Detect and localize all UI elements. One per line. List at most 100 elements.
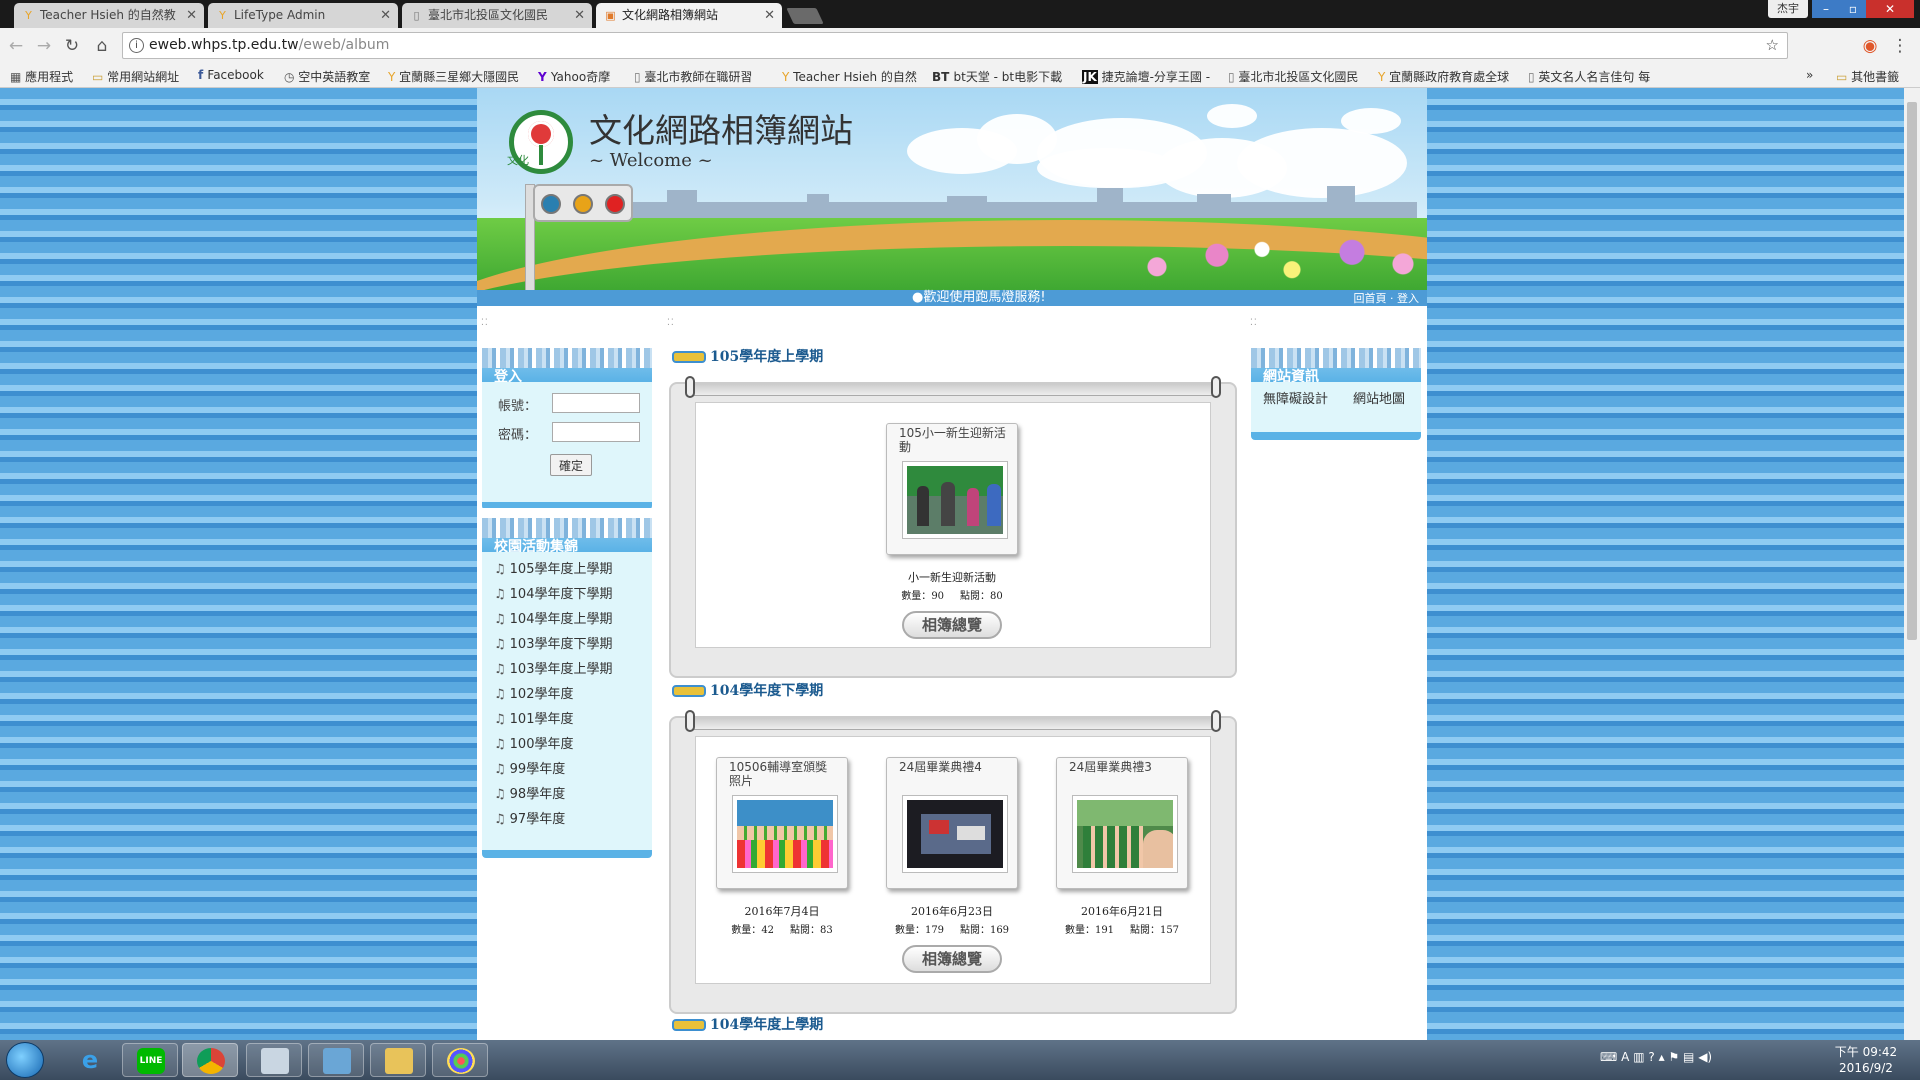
album-item[interactable]: 24屆畢業典禮3 2016年6月21日 數量：191 點閱：157 (1048, 757, 1196, 936)
category-label: 100學年度 (509, 737, 574, 752)
bookmark-item[interactable]: ▯ 英文名人名言佳句 每 (1528, 68, 1650, 85)
bookmark-item[interactable]: ▭ 常用網站網址 (92, 68, 179, 85)
album-item[interactable]: 10506輔導室頒獎照片 2016年7月4日 數量：42 點閱：83 (708, 757, 856, 936)
keyboard-icon[interactable]: ⌨ (1600, 1050, 1617, 1064)
album-overview-button[interactable]: 相簿總覽 (902, 611, 1002, 639)
home-link[interactable]: 回首頁 (1354, 292, 1387, 305)
folder-icon (385, 1048, 413, 1074)
category-item[interactable]: ♫ 102學年度 (494, 683, 573, 702)
maximize-icon[interactable]: ▫ (1840, 0, 1866, 18)
volume-icon[interactable]: ◀) (1698, 1050, 1712, 1064)
bookmark-item[interactable]: Y Yahoo奇摩 (538, 68, 610, 85)
album-card[interactable]: 105小一新生迎新活動 (886, 423, 1018, 555)
views-label: 點閱： (959, 591, 990, 602)
yellow-light-icon (573, 194, 593, 214)
url-field[interactable]: i eweb.whps.tp.edu.tw/eweb/album ☆ (122, 32, 1788, 59)
bookmark-item[interactable]: Y 宜蘭縣政府教育處全球 (1378, 68, 1509, 85)
category-item[interactable]: ♫ 98學年度 (494, 783, 565, 802)
category-item[interactable]: ♫ 104學年度下學期 (494, 583, 612, 602)
album-card[interactable]: 24屆畢業典禮3 (1056, 757, 1188, 889)
album-card[interactable]: 10506輔導室頒獎照片 (716, 757, 848, 889)
taskbar-chrome[interactable] (182, 1043, 238, 1077)
bookmark-item[interactable]: ◷ 空中英語教室 (284, 68, 370, 85)
bookmark-item[interactable]: ▯ 臺北市北投區文化國民 (1228, 68, 1358, 85)
tray-icon[interactable]: ▥ (1633, 1050, 1644, 1064)
taskbar-explorer[interactable] (370, 1043, 426, 1077)
page-scrollbar[interactable] (1904, 88, 1920, 1040)
bookmark-apps[interactable]: ▦ 應用程式 (10, 68, 73, 85)
bookmark-item[interactable]: JK 捷克論壇-分享王國 - (1082, 68, 1210, 85)
semester-title: 105學年度上學期 (710, 349, 824, 365)
minimize-icon[interactable]: – (1812, 0, 1840, 18)
network-icon[interactable]: ▤ (1683, 1050, 1694, 1064)
ime-icon[interactable]: A (1621, 1050, 1629, 1064)
browser-tab-strip: Y Teacher Hsieh 的自然教 ✕ Y LifeType Admin … (0, 0, 1920, 28)
bookmark-item[interactable]: f Facebook (198, 68, 264, 82)
tray-up-icon[interactable]: ▴ (1659, 1050, 1665, 1064)
close-tab-icon[interactable]: ✕ (186, 3, 197, 28)
login-submit-button[interactable]: 確定 (550, 454, 592, 476)
hook-icon (685, 710, 695, 732)
bookmark-item[interactable]: Y Teacher Hsieh 的自然 (782, 68, 917, 85)
password-input[interactable] (552, 422, 640, 442)
bookmark-star-icon[interactable]: ☆ (1766, 36, 1779, 54)
menu-icon[interactable]: ⋮ (1890, 36, 1910, 56)
taskbar-ie[interactable]: e (62, 1043, 118, 1077)
taskbar-app[interactable] (308, 1043, 364, 1077)
album-thumbnail[interactable] (1073, 796, 1177, 872)
reload-icon[interactable]: ↻ (62, 36, 82, 56)
info-icon[interactable]: i (129, 38, 144, 53)
login-link[interactable]: 登入 (1397, 292, 1419, 305)
album-item[interactable]: 24屆畢業典禮4 2016年6月23日 數量：179 點閱：169 (878, 757, 1026, 936)
album-thumbnail[interactable] (733, 796, 837, 872)
album-overview-button[interactable]: 相簿總覽 (902, 945, 1002, 973)
back-icon[interactable]: ← (6, 36, 26, 56)
start-button[interactable] (6, 1042, 44, 1078)
forward-icon[interactable]: → (34, 36, 54, 56)
album-thumbnail[interactable] (903, 796, 1007, 872)
accessibility-link[interactable]: 無障礙設計 (1263, 388, 1328, 407)
close-tab-icon[interactable]: ✕ (574, 3, 585, 28)
extension-icon[interactable]: ◉ (1860, 36, 1880, 56)
album-card[interactable]: 24屆畢業典禮4 (886, 757, 1018, 889)
bookmark-item[interactable]: BT bt天堂 - bt电影下載 (932, 68, 1062, 85)
taskbar-line[interactable]: LINE (122, 1043, 178, 1077)
browser-tab[interactable]: Y Teacher Hsieh 的自然教 ✕ (14, 3, 204, 28)
browser-tab[interactable]: Y LifeType Admin ✕ (208, 3, 398, 28)
category-item[interactable]: ♫ 104學年度上學期 (494, 608, 612, 627)
taskbar-paint[interactable] (432, 1043, 488, 1077)
category-item[interactable]: ♫ 101學年度 (494, 708, 573, 727)
category-item[interactable]: ♫ 103學年度下學期 (494, 633, 612, 652)
sitemap-link[interactable]: 網站地圖 (1353, 388, 1405, 407)
bookmarks-bar: ▦ 應用程式 ▭ 常用網站網址 f Facebook ◷ 空中英語教室 Y 宜蘭… (0, 64, 1920, 88)
category-item[interactable]: ♫ 103學年度上學期 (494, 658, 612, 677)
scrollbar-thumb[interactable] (1907, 102, 1917, 640)
close-window-icon[interactable]: ✕ (1866, 0, 1914, 18)
profile-button[interactable]: 杰宇 (1768, 0, 1808, 18)
home-icon[interactable]: ⌂ (92, 36, 112, 56)
bookmark-item[interactable]: ▯ 臺北市教師在職研習 (634, 68, 752, 85)
category-item[interactable]: ♫ 97學年度 (494, 808, 565, 827)
category-item[interactable]: ♫ 100學年度 (494, 733, 573, 752)
taskbar-clock[interactable]: 下午 09:42 2016/9/2 (1820, 1044, 1912, 1076)
new-tab-button[interactable] (786, 8, 824, 24)
taskbar-app[interactable] (246, 1043, 302, 1077)
windows-taskbar: e LINE ⌨ A ▥ ? ▴ ⚑ ▤ ◀) 下午 09:42 2016/9/… (0, 1040, 1920, 1080)
album-item[interactable]: 105小一新生迎新活動 小一新生迎新活動 數量：90 點閱：80 (878, 423, 1026, 602)
album-thumbnail[interactable] (903, 462, 1007, 538)
photo-text (929, 820, 949, 834)
category-label: 102學年度 (509, 687, 574, 702)
more-bookmarks-icon[interactable]: » (1806, 68, 1813, 82)
bookmark-item[interactable]: Y 宜蘭縣三星鄉大隱國民 (388, 68, 519, 85)
browser-tab[interactable]: ▯ 臺北市北投區文化國民 ✕ (402, 3, 592, 28)
site-info-title: 網站資訊 (1263, 369, 1319, 382)
close-tab-icon[interactable]: ✕ (764, 3, 775, 28)
close-tab-icon[interactable]: ✕ (380, 3, 391, 28)
category-item[interactable]: ♫ 99學年度 (494, 758, 565, 777)
account-input[interactable] (552, 393, 640, 413)
category-item[interactable]: ♫ 105學年度上學期 (494, 558, 612, 577)
flag-icon[interactable]: ⚑ (1668, 1050, 1679, 1064)
browser-tab-active[interactable]: ▣ 文化網路相簿網站 ✕ (596, 3, 782, 28)
help-icon[interactable]: ? (1648, 1050, 1654, 1064)
bookmark-other[interactable]: ▭ 其他書籤 (1836, 68, 1899, 85)
